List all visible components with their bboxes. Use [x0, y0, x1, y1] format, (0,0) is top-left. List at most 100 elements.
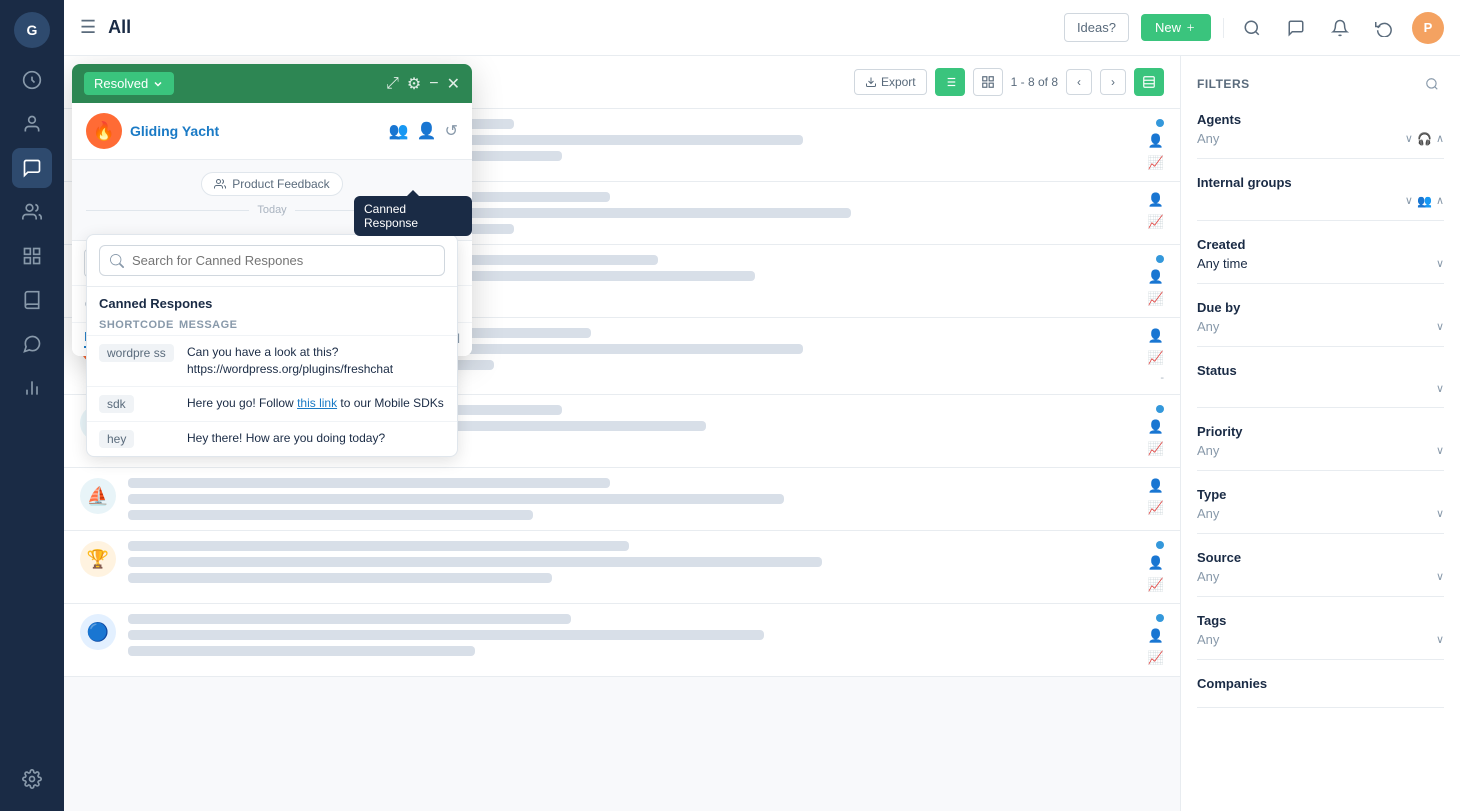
chat-subheader: 🔥 Gliding Yacht 👥 👤 ↺: [72, 103, 472, 160]
filter-due-by: Due by Any ∨: [1197, 300, 1444, 347]
person-icon: 👤: [1148, 628, 1164, 644]
person-icon: 👤: [1148, 555, 1164, 571]
bell-icon[interactable]: [1324, 12, 1356, 44]
filter-type: Type Any ∨: [1197, 487, 1444, 534]
refresh-icon[interactable]: [1368, 12, 1400, 44]
filter-tags: Tags Any ∨: [1197, 613, 1444, 660]
avatar: 🔵: [80, 614, 116, 650]
chevron-down-icon: ∨: [1436, 257, 1444, 270]
col-message: MESSAGE: [179, 319, 445, 331]
menu-icon[interactable]: ☰: [80, 17, 96, 38]
user-avatar[interactable]: P: [1412, 12, 1444, 44]
activity-icon: 📈: [1148, 155, 1164, 171]
topbar: ☰ All Ideas? New P: [64, 0, 1460, 56]
shortcode: hey: [99, 430, 134, 448]
list-view-button[interactable]: [935, 68, 965, 96]
col-shortcode: SHORTCODE: [99, 319, 179, 331]
filter-status: Status ∨: [1197, 363, 1444, 408]
compact-view-button[interactable]: [1134, 68, 1164, 96]
person-icon: 👤: [1148, 269, 1164, 285]
this-link[interactable]: this link: [297, 396, 337, 410]
canned-message: Can you have a look at this? https://wor…: [187, 344, 445, 378]
filter-source: Source Any ∨: [1197, 550, 1444, 597]
unread-dot: [1156, 541, 1164, 549]
sidebar-item-dashboard[interactable]: [12, 60, 52, 100]
sidebar-item-book[interactable]: [12, 280, 52, 320]
list-item[interactable]: wordpre ss Can you have a look at this? …: [87, 335, 457, 386]
filter-companies: Companies: [1197, 676, 1444, 708]
prev-page-button[interactable]: ‹: [1066, 69, 1092, 95]
table-row[interactable]: 🔵 👤 📈: [64, 604, 1180, 677]
shortcode: sdk: [99, 395, 134, 413]
export-button[interactable]: Export: [854, 69, 927, 95]
table-row[interactable]: 🏆 👤 📈: [64, 531, 1180, 604]
refresh-icon[interactable]: ↺: [445, 121, 458, 141]
resolved-badge[interactable]: Resolved: [84, 72, 174, 95]
add-participant-icon[interactable]: 👥: [389, 121, 409, 141]
chevron-icon: ∧: [1436, 194, 1444, 208]
filter-internal-groups: Internal groups ∨ 👥 ∧: [1197, 175, 1444, 221]
settings-icon[interactable]: ⚙: [407, 74, 421, 94]
unread-dot: [1156, 405, 1164, 413]
sidebar-item-chat[interactable]: [12, 324, 52, 364]
product-feedback-tag: Product Feedback: [201, 172, 342, 196]
person-icon: 👤: [1148, 192, 1164, 208]
content-area: Sort by : Last modified ▾ Export 1 - 8 o…: [64, 56, 1460, 811]
activity-icon: 📈: [1148, 650, 1164, 666]
list-item[interactable]: sdk Here you go! Follow this link to our…: [87, 386, 457, 421]
contact-avatar: 🔥: [86, 113, 122, 149]
assign-icon[interactable]: 👤: [417, 121, 437, 141]
sidebar-item-conversations[interactable]: [12, 148, 52, 188]
next-page-button[interactable]: ›: [1100, 69, 1126, 95]
canned-title: Canned Respones: [99, 296, 212, 311]
app-logo[interactable]: G: [14, 12, 50, 48]
activity-icon: 📈: [1148, 441, 1164, 457]
sidebar-item-settings[interactable]: [12, 759, 52, 799]
person-icon: 👤: [1148, 133, 1164, 149]
table-row[interactable]: ⛵ 👤 📈: [64, 468, 1180, 531]
label-tag-text: Product Feedback: [232, 177, 329, 191]
main-content: ☰ All Ideas? New P Sort by :: [64, 0, 1460, 811]
sidebar-item-analytics[interactable]: [12, 368, 52, 408]
conv-body: [128, 614, 1092, 656]
chat-icon[interactable]: [1280, 12, 1312, 44]
canned-search-input[interactable]: [99, 245, 445, 276]
activity-icon: 📈: [1148, 350, 1164, 366]
chevron-down-icon: ∨: [1436, 444, 1444, 457]
sidebar: G: [0, 0, 64, 811]
canned-message: Here you go! Follow this link to our Mob…: [187, 395, 445, 413]
external-link-icon[interactable]: ⤢: [386, 75, 399, 93]
canned-responses-overlay: Canned Respones SHORTCODE MESSAGE wordpr…: [86, 234, 458, 457]
activity-icon: 📈: [1148, 291, 1164, 307]
page-title: All: [108, 17, 1052, 38]
shortcode: wordpre ss: [99, 344, 174, 362]
avatar: ⛵: [80, 478, 116, 514]
person-icon: 👤: [1148, 478, 1164, 494]
unread-dot: [1156, 255, 1164, 263]
chevron-down-icon: ∨: [1436, 570, 1444, 583]
minimize-icon[interactable]: −: [429, 75, 438, 93]
contact-name[interactable]: Gliding Yacht: [130, 123, 219, 139]
page-info: 1 - 8 of 8: [1011, 75, 1058, 89]
conv-body: [128, 541, 1092, 583]
search-icon[interactable]: [1236, 12, 1268, 44]
toolbar-right: Export 1 - 8 of 8 ‹ ›: [854, 68, 1164, 96]
filter-agents: Agents Any ∨ 🎧 ∧: [1197, 112, 1444, 159]
chat-header: Resolved ⤢ ⚙ − ✕: [72, 64, 472, 103]
chevron-down-icon: ∨: [1436, 507, 1444, 520]
chevron-down-icon: ∨: [1436, 320, 1444, 333]
conv-body: [128, 478, 1092, 520]
sidebar-item-people[interactable]: [12, 192, 52, 232]
filter-search-icon[interactable]: [1420, 72, 1444, 96]
sidebar-item-contacts[interactable]: [12, 104, 52, 144]
close-icon[interactable]: ✕: [447, 74, 460, 94]
list-item[interactable]: hey Hey there! How are you doing today?: [87, 421, 457, 456]
activity-icon: 📈: [1148, 577, 1164, 593]
sidebar-item-reports[interactable]: [12, 236, 52, 276]
ideas-button[interactable]: Ideas?: [1064, 13, 1129, 42]
new-button[interactable]: New: [1141, 14, 1211, 41]
grid-view-button[interactable]: [973, 68, 1003, 96]
group-icon: 👥: [1417, 194, 1432, 208]
expand-icon: ∨: [1405, 194, 1413, 208]
chat-modal: Resolved ⤢ ⚙ − ✕ 🔥 Gliding Yacht 👥 👤 ↺: [72, 64, 472, 356]
